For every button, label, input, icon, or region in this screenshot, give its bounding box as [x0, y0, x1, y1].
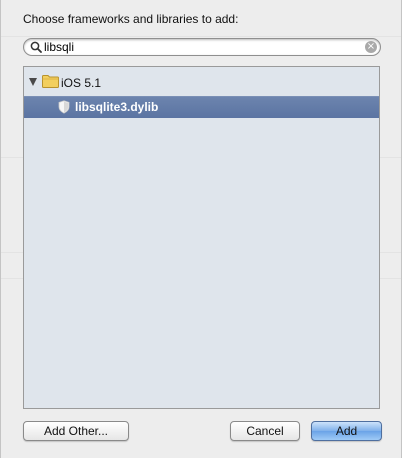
- add-button[interactable]: Add: [311, 421, 382, 441]
- folder-icon: [42, 75, 59, 88]
- tree-group-label: iOS 5.1: [61, 76, 102, 90]
- list-item-label: libsqlite3.dylib: [75, 100, 159, 114]
- clear-search-icon[interactable]: ×: [365, 41, 377, 53]
- background-divider: [1, 36, 401, 37]
- tree-group-ios[interactable]: iOS 5.1: [24, 73, 379, 93]
- add-other-button[interactable]: Add Other...: [23, 421, 129, 441]
- frameworks-list[interactable]: iOS 5.1 libsqlite3.dylib: [23, 66, 380, 409]
- search-input[interactable]: [44, 40, 354, 54]
- library-shield-icon: [58, 100, 70, 114]
- cancel-button[interactable]: Cancel: [230, 421, 300, 441]
- disclosure-triangle-icon[interactable]: [29, 78, 37, 86]
- magnifier-icon: [30, 41, 42, 53]
- search-field[interactable]: ×: [23, 38, 381, 56]
- add-frameworks-sheet: Choose frameworks and libraries to add: …: [0, 0, 402, 458]
- list-item-libsqlite3[interactable]: libsqlite3.dylib: [24, 96, 379, 118]
- dialog-prompt: Choose frameworks and libraries to add:: [23, 12, 239, 26]
